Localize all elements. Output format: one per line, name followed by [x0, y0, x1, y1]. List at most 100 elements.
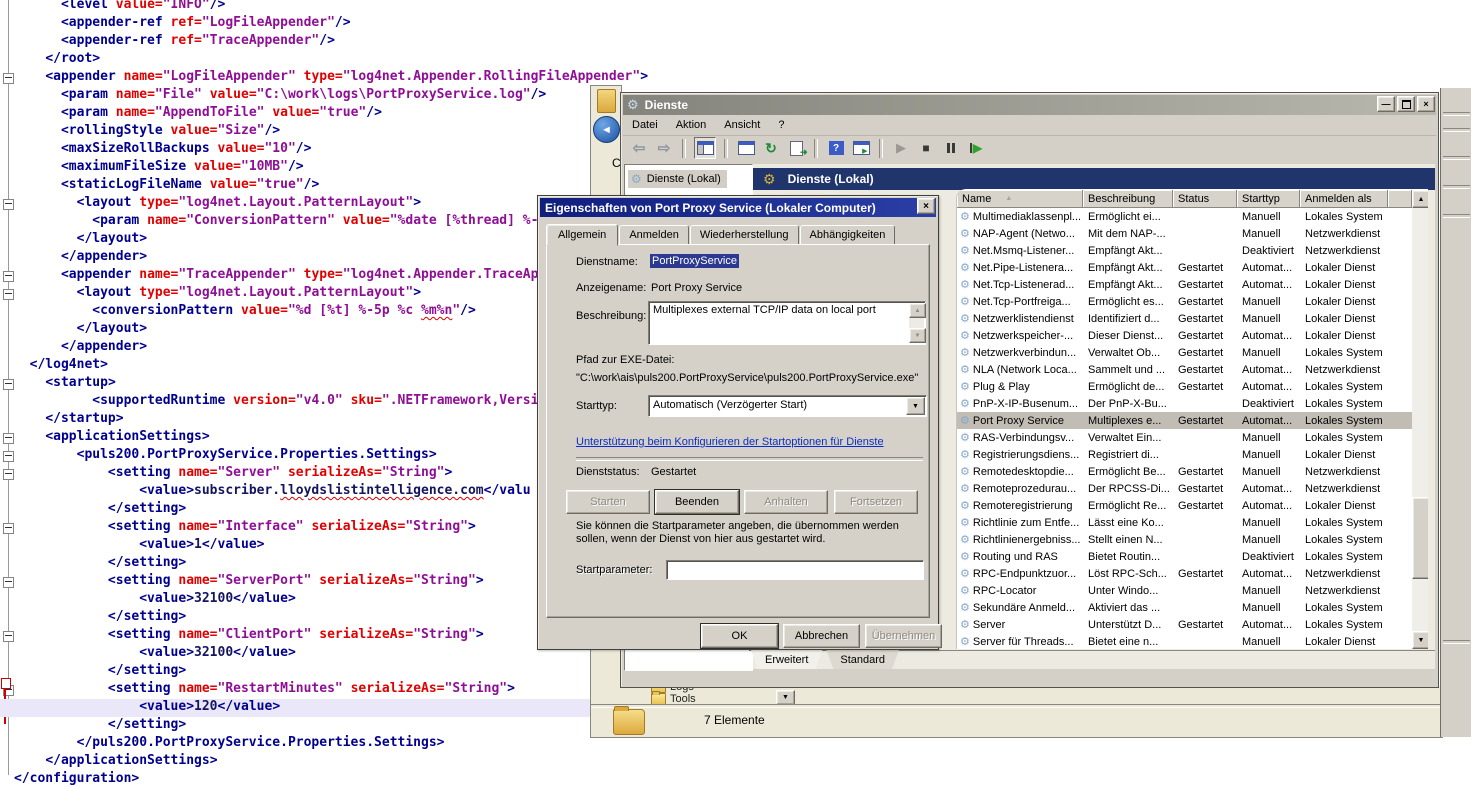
column-header-name[interactable]: Name▲ [957, 190, 1083, 208]
close-button[interactable]: × [917, 198, 935, 214]
export-list-button[interactable] [786, 138, 806, 158]
restart-service-button[interactable]: ▶ [966, 138, 986, 158]
services-titlebar[interactable]: ⚙ Dienste [623, 95, 1436, 115]
table-row[interactable]: ⚙PnP-X-IP-Busenum...Der PnP-X-Bu...Deakt… [957, 395, 1412, 412]
menu-item-aktion[interactable]: Aktion [667, 116, 716, 134]
chevron-down-icon[interactable]: ▼ [906, 397, 925, 415]
code-line[interactable]: </configuration> [0, 771, 1471, 787]
tab-wiederherstellung[interactable]: Wiederherstellung [690, 225, 799, 245]
start-parameters-input[interactable] [666, 560, 924, 580]
service-name-cell: ⚙Net.Pipe-Listenera... [957, 261, 1083, 274]
table-row[interactable]: ⚙ServerUnterstützt D...GestartetAutomat.… [957, 616, 1412, 633]
scroll-down-button[interactable]: ▼ [909, 328, 926, 343]
refresh-button[interactable]: ↻ [761, 138, 781, 158]
menu-item-ansicht[interactable]: Ansicht [715, 116, 769, 134]
start-type-dropdown[interactable]: Automatisch (Verzögerter Start) ▼ [648, 395, 927, 417]
toolbar-separator [814, 139, 818, 158]
table-row[interactable]: ⚙Net.Pipe-Listenera...Empfängt Akt...Ges… [957, 259, 1412, 276]
code-line[interactable]: <appender-ref ref="TraceAppender"/> [0, 33, 1471, 51]
minimize-button[interactable]: — [1377, 96, 1395, 112]
code-line[interactable]: <level value="INFO"/> [0, 0, 1471, 15]
ok-button[interactable]: OK [701, 624, 778, 648]
table-row[interactable]: ⚙Net.Msmq-Listener...Empfängt Akt...Deak… [957, 242, 1412, 259]
table-row[interactable]: ⚙Registrierungsdiens...Registriert di...… [957, 446, 1412, 463]
code-line[interactable]: <appender name="LogFileAppender" type="l… [0, 69, 1471, 87]
scroll-up-button[interactable]: ▲ [1412, 190, 1428, 208]
scroll-down-button[interactable]: ▼ [1412, 631, 1428, 649]
table-row[interactable]: ⚙Routing und RASBietet Routin...Deaktivi… [957, 548, 1412, 565]
maximize-button[interactable] [1397, 96, 1415, 112]
table-row[interactable]: ⚙Multimediaklassenpl...Ermöglicht ei...M… [957, 208, 1412, 225]
service-name-cell: ⚙Remoteprozedurau... [957, 482, 1083, 495]
scrollbar-thumb[interactable] [1412, 497, 1428, 579]
tab-abhängigkeiten[interactable]: Abhängigkeiten [800, 225, 896, 245]
service-gear-icon: ⚙ [960, 346, 970, 359]
beenden-button[interactable]: Beenden [655, 490, 739, 514]
table-row[interactable]: ⚙Remotedesktopdie...Ermöglicht Be...Gest… [957, 463, 1412, 480]
table-row[interactable]: ⚙Netzwerkspeicher-...Dieser Dienst...Ges… [957, 327, 1412, 344]
stop-icon: ■ [922, 141, 929, 155]
table-row[interactable]: ⚙RemoteregistrierungErmöglicht Re...Gest… [957, 497, 1412, 514]
view-tab-erweitert[interactable]: Erweitert [751, 650, 822, 669]
table-row[interactable]: ⚙Net.Tcp-Portfreiga...Ermöglicht es...Ge… [957, 293, 1412, 310]
scroll-up-button[interactable]: ▲ [909, 303, 926, 318]
start-service-button[interactable]: ▶ [891, 138, 911, 158]
view-tab-standard[interactable]: Standard [826, 650, 899, 669]
table-row[interactable]: ⚙Netzwerkverbindun...Verwaltet Ob...Gest… [957, 344, 1412, 361]
properties-button[interactable] [736, 138, 756, 158]
tree-item-label: Dienste (Lokal) [647, 173, 721, 185]
service-gear-icon: ⚙ [960, 227, 970, 240]
abbrechen-button[interactable]: Abbrechen [783, 624, 860, 648]
console-tree-icon [697, 141, 714, 155]
menu-item-datei[interactable]: Datei [623, 116, 667, 134]
tab-allgemein[interactable]: Allgemein [546, 224, 618, 246]
bernehmen-button[interactable]: Übernehmen [865, 624, 942, 648]
tab-anmelden[interactable]: Anmelden [619, 225, 689, 245]
service-gear-icon: ⚙ [960, 210, 970, 223]
table-row[interactable]: ⚙Remoteprozedurau...Der RPCSS-Di...Gesta… [957, 480, 1412, 497]
table-row[interactable]: ⚙RPC-Endpunktzuor...Löst RPC-Sch...Gesta… [957, 565, 1412, 582]
pause-service-button[interactable] [941, 138, 961, 158]
dialog-titlebar[interactable]: Eigenschaften von Port Proxy Service (Lo… [540, 198, 936, 217]
anhalten-button[interactable]: Anhalten [744, 490, 828, 514]
help-button[interactable]: ? [826, 138, 846, 158]
code-line[interactable]: </applicationSettings> [0, 753, 1471, 771]
extended-view-button[interactable] [851, 138, 871, 158]
console-tree-toggle-button[interactable] [694, 137, 716, 159]
description-field[interactable]: Multiplexes external TCP/IP data on loca… [648, 301, 926, 345]
table-row[interactable]: ⚙Server für Threads...Bietet eine n...Ma… [957, 633, 1412, 649]
chevron-down-icon[interactable]: ▼ [776, 690, 795, 705]
table-row[interactable]: ⚙NAP-Agent (Netwo...Mit dem NAP-...Manue… [957, 225, 1412, 242]
service-desc-cell: Multiplexes e... [1083, 415, 1173, 427]
service-start-cell: Automat... [1237, 500, 1300, 512]
table-row[interactable]: ⚙NetzwerklistendienstIdentifiziert d...G… [957, 310, 1412, 327]
back-button[interactable]: ⇦ [629, 138, 649, 158]
table-row[interactable]: ⚙NLA (Network Loca...Sammelt und ...Gest… [957, 361, 1412, 378]
column-header-starttyp[interactable]: Starttyp [1237, 190, 1300, 208]
service-desc-cell: Empfängt Akt... [1083, 262, 1173, 274]
explorer-back-button[interactable]: ◄ [593, 116, 620, 143]
forward-button[interactable]: ⇨ [654, 138, 674, 158]
column-header-anmeldenals[interactable]: Anmelden als [1300, 190, 1388, 208]
menu-item-help[interactable]: ? [769, 116, 793, 134]
startup-options-help-link[interactable]: Unterstützung beim Konfigurieren der Sta… [576, 436, 884, 448]
close-button[interactable]: × [1417, 96, 1435, 112]
code-line[interactable]: <appender-ref ref="LogFileAppender"/> [0, 15, 1471, 33]
table-row[interactable]: ⚙Richtlinienergebniss...Stellt einen N..… [957, 531, 1412, 548]
table-row[interactable]: ⚙Port Proxy ServiceMultiplexes e...Gesta… [957, 412, 1412, 429]
table-row[interactable]: ⚙Net.Tcp-Listenerad...Empfängt Akt...Ges… [957, 276, 1412, 293]
code-line[interactable]: </root> [0, 51, 1471, 69]
table-row[interactable]: ⚙Plug & PlayErmöglicht de...GestartetAut… [957, 378, 1412, 395]
column-header-beschreibung[interactable]: Beschreibung [1083, 190, 1173, 208]
tree-item-dienste-lokal[interactable]: ⚙ Dienste (Lokal) [628, 170, 727, 188]
starten-button[interactable]: Starten [566, 490, 650, 514]
table-row[interactable]: ⚙RPC-LocatorUnter Windo...ManuellNetzwer… [957, 582, 1412, 599]
service-name-text: RPC-Locator [973, 585, 1037, 597]
table-row[interactable]: ⚙Sekundäre Anmeld...Aktiviert das ...Man… [957, 599, 1412, 616]
table-row[interactable]: ⚙RAS-Verbindungsv...Verwaltet Ein...Manu… [957, 429, 1412, 446]
stop-service-button[interactable]: ■ [916, 138, 936, 158]
column-header-status[interactable]: Status [1173, 190, 1237, 208]
table-row[interactable]: ⚙Richtlinie zum Entfe...Lässt eine Ko...… [957, 514, 1412, 531]
services-scrollbar[interactable]: ▲ ▼ [1412, 190, 1428, 649]
fortsetzen-button[interactable]: Fortsetzen [834, 490, 918, 514]
